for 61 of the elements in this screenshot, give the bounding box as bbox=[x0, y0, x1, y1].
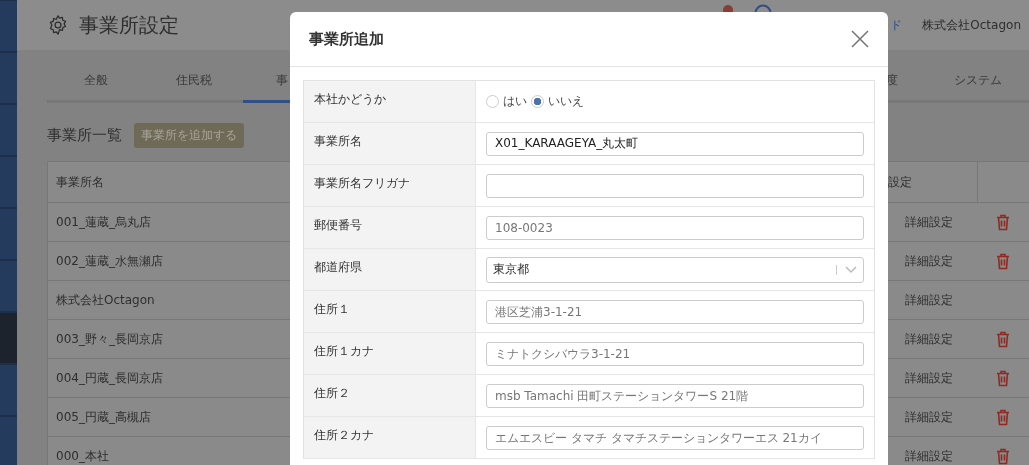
add-office-button[interactable]: 事業所を追加する bbox=[134, 123, 244, 148]
field-label: 事業所名 bbox=[304, 123, 476, 164]
detail-settings-link[interactable]: 詳細設定 bbox=[888, 242, 977, 280]
gear-icon bbox=[47, 14, 69, 36]
trash-icon[interactable] bbox=[996, 213, 1010, 231]
sidebar-item[interactable] bbox=[0, 104, 17, 156]
input-field[interactable]: msb Tamachi 田町ステーションタワーS 21階 bbox=[486, 383, 864, 408]
company-name[interactable]: 株式会社Octagon bbox=[922, 16, 1021, 34]
field-label: 住所１ bbox=[304, 291, 476, 332]
tab[interactable]: 住民税 bbox=[145, 72, 243, 103]
sidebar-item[interactable] bbox=[0, 312, 17, 364]
table-cell-text: 002_蓮蔵_水無瀬店 bbox=[55, 252, 164, 270]
sidebar-item[interactable] bbox=[0, 52, 17, 104]
table-cell-text: 005_円蔵_高槻店 bbox=[55, 408, 152, 426]
field-label: 住所１カナ bbox=[304, 333, 476, 374]
dialog-title: 事業所追加 bbox=[309, 29, 384, 49]
table-cell-text: 003_野々_長岡京店 bbox=[55, 330, 164, 348]
detail-settings-link[interactable]: 詳細設定 bbox=[888, 203, 977, 241]
detail-settings-link[interactable]: 詳細設定 bbox=[888, 359, 977, 397]
field-label: 郵便番号 bbox=[304, 207, 476, 248]
radio-label[interactable]: いいえ bbox=[548, 93, 584, 110]
sidebar-item[interactable] bbox=[0, 156, 17, 208]
close-icon[interactable] bbox=[851, 30, 869, 48]
trash-icon[interactable] bbox=[996, 447, 1010, 465]
input-field[interactable]: X01_KARAAGEYA_丸太町 bbox=[486, 131, 864, 156]
detail-settings-link[interactable]: 詳細設定 bbox=[888, 281, 977, 319]
trash-icon[interactable] bbox=[996, 252, 1010, 270]
guide-link[interactable]: ド bbox=[890, 16, 903, 34]
field-label: 都道府県 bbox=[304, 249, 476, 290]
detail-settings-link[interactable]: 詳細設定 bbox=[888, 320, 977, 358]
table-cell-text: 001_蓮蔵_烏丸店 bbox=[55, 213, 152, 231]
trash-icon[interactable] bbox=[996, 330, 1010, 348]
sidebar-item[interactable] bbox=[0, 260, 17, 312]
tab[interactable]: 全般 bbox=[47, 72, 145, 103]
table-cell-text: 株式会社Octagon bbox=[55, 291, 156, 309]
input-field[interactable]: 108-0023 bbox=[486, 215, 864, 240]
detail-settings-link[interactable]: 詳細設定 bbox=[888, 398, 977, 436]
input-field[interactable]: エムエスビー タマチ タマチステーションタワーエス 21カイ bbox=[486, 425, 864, 450]
radio-button[interactable] bbox=[531, 95, 544, 108]
field-label: 事業所名フリガナ bbox=[304, 165, 476, 206]
table-cell-text: 000_本社 bbox=[55, 447, 110, 465]
detail-settings-link[interactable]: 詳細設定 bbox=[888, 437, 977, 465]
field-label: 住所２ bbox=[304, 375, 476, 416]
input-field[interactable] bbox=[486, 173, 864, 198]
tab[interactable]: システム bbox=[926, 72, 1029, 103]
page-title: 事業所設定 bbox=[79, 11, 179, 39]
column-header: 事業所名 bbox=[55, 173, 105, 191]
prefecture-select[interactable]: 東京都 bbox=[486, 256, 864, 283]
sidebar-item[interactable] bbox=[0, 364, 17, 416]
input-field[interactable]: 港区芝浦3-1-21 bbox=[486, 299, 864, 324]
sidebar-item[interactable] bbox=[0, 208, 17, 260]
section-title: 事業所一覧 bbox=[47, 126, 122, 145]
radio-label[interactable]: はい bbox=[503, 93, 527, 110]
field-label: 本社かどうか bbox=[304, 81, 476, 122]
table-cell-text: 004_円蔵_長岡京店 bbox=[55, 369, 164, 387]
chevron-down-icon bbox=[845, 265, 857, 274]
trash-icon[interactable] bbox=[996, 408, 1010, 426]
field-label: 住所２カナ bbox=[304, 417, 476, 458]
sidebar-item[interactable] bbox=[0, 0, 17, 52]
input-field[interactable]: ミナトクシバウラ3-1-21 bbox=[486, 341, 864, 366]
trash-icon[interactable] bbox=[996, 369, 1010, 387]
